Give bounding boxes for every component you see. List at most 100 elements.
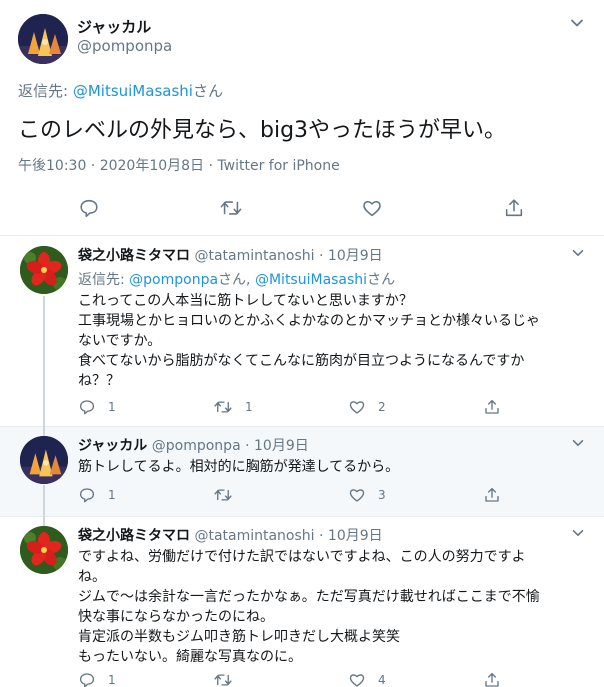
like-icon xyxy=(348,671,366,687)
user-handle[interactable]: @pomponpa xyxy=(77,37,172,55)
user-handle[interactable]: @pomponpa xyxy=(152,438,241,454)
display-name[interactable]: ジャッカル xyxy=(78,438,147,454)
share-icon xyxy=(483,398,501,416)
thread-line xyxy=(43,427,45,436)
user-handle[interactable]: @tatamintanoshi xyxy=(194,248,314,264)
text-line: これってこの人本当に筋トレしてないと思いますか？ xyxy=(78,293,413,309)
reply-count: 1 xyxy=(108,673,116,687)
reply-to-mid: さん, xyxy=(218,272,255,288)
tweet-text: 筋トレしてるよ。相対的に胸筋が発達してるから。 xyxy=(78,457,578,477)
chevron-down-icon[interactable] xyxy=(568,14,586,32)
display-name[interactable]: ジャッカル xyxy=(77,16,151,37)
like-count: 4 xyxy=(378,673,386,687)
share-icon xyxy=(483,671,501,687)
retweet-icon xyxy=(213,398,233,416)
like-count: 2 xyxy=(378,400,386,414)
text-line: 食べてないから脂肪がなくてこんなに筋肉が目立つようになるんですか xyxy=(78,353,525,369)
reply-icon xyxy=(78,398,96,416)
thread-line xyxy=(43,296,45,427)
like-icon xyxy=(348,486,366,504)
like-action[interactable]: 2 xyxy=(348,398,386,416)
reply-header: 袋之小路ミタマロ @tatamintanoshi · 10月9日 xyxy=(78,525,383,545)
text-line: ですよね、労働だけで付けた訳ではないですよね、この人の努力ですよ xyxy=(78,549,526,565)
reply-action[interactable]: 1 xyxy=(78,398,116,416)
chevron-down-icon[interactable] xyxy=(570,525,586,541)
reply-to-prefix: 返信先: xyxy=(18,82,73,100)
reply-count: 1 xyxy=(108,400,116,414)
chevron-down-icon[interactable] xyxy=(570,245,586,261)
avatar[interactable] xyxy=(20,246,68,294)
reply-count: 1 xyxy=(108,488,116,502)
reply-to-link[interactable]: @MitsuiMasashi xyxy=(255,272,367,288)
avatar[interactable] xyxy=(20,526,68,574)
retweet-icon[interactable] xyxy=(219,197,243,219)
text-line: ね。 xyxy=(78,569,106,585)
share-action[interactable] xyxy=(483,398,501,416)
chevron-down-icon[interactable] xyxy=(570,435,586,451)
tweet-thread: ジャッカル @pomponpa 返信先: @MitsuiMasashiさん この… xyxy=(0,0,604,687)
like-action[interactable]: 3 xyxy=(348,486,386,504)
display-name[interactable]: 袋之小路ミタマロ xyxy=(78,528,190,544)
like-icon[interactable] xyxy=(361,197,383,219)
thread-line xyxy=(43,485,45,517)
tweet-meta[interactable]: 午後10:30 · 2020年10月8日 · Twitter for iPhon… xyxy=(18,155,340,175)
reply-action[interactable]: 1 xyxy=(78,486,116,504)
text-line: 筋トレしてるよ。相対的に胸筋が発達してるから。 xyxy=(78,459,400,475)
reply-tweet[interactable]: 袋之小路ミタマロ @tatamintanoshi · 10月9日 返信先: @p… xyxy=(0,237,604,427)
display-name[interactable]: 袋之小路ミタマロ xyxy=(78,248,190,264)
retweet-icon xyxy=(213,671,233,687)
tweet-date[interactable]: 10月9日 xyxy=(254,438,309,454)
text-line: ないですか。 xyxy=(78,333,162,349)
dot-separator: · xyxy=(245,438,250,454)
reply-to-suffix: さん xyxy=(367,272,396,288)
like-icon xyxy=(348,398,366,416)
tweet-actions: 1 3 xyxy=(78,486,578,510)
reply-icon[interactable] xyxy=(78,197,100,219)
reply-to-link[interactable]: @MitsuiMasashi xyxy=(73,82,193,100)
user-handle[interactable]: @tatamintanoshi xyxy=(194,528,314,544)
tweet-actions: 1 1 2 xyxy=(78,398,578,422)
retweet-count: 1 xyxy=(245,400,253,414)
tweet-date[interactable]: 10月9日 xyxy=(328,248,383,264)
tweet-text: ですよね、労働だけで付けた訳ではないですよね、この人の努力ですよ ね。 ジムで〜… xyxy=(78,547,578,667)
reply-to-link[interactable]: @pomponpa xyxy=(129,272,218,288)
text-line: ジムで〜は余計な一言だったかなぁ。ただ写真だけ載せればここまで不愉 xyxy=(78,589,540,605)
avatar[interactable] xyxy=(18,14,68,64)
text-line: 肯定派の半数もジム叩き筋トレ叩きだし大概よ笑笑 xyxy=(78,629,400,645)
share-action[interactable] xyxy=(483,486,501,504)
retweet-action[interactable] xyxy=(213,671,245,687)
reply-header: ジャッカル @pomponpa · 10月9日 xyxy=(78,435,309,455)
reply-icon xyxy=(78,671,96,687)
reply-header: 袋之小路ミタマロ @tatamintanoshi · 10月9日 xyxy=(78,245,383,265)
tweet-date[interactable]: 10月9日 xyxy=(328,528,383,544)
share-action[interactable] xyxy=(483,671,501,687)
reply-to-line: 返信先: @MitsuiMasashiさん xyxy=(18,80,223,101)
share-icon[interactable] xyxy=(503,197,525,219)
retweet-icon xyxy=(213,486,233,504)
text-line: 工事現場とかヒョロいのとかふくよかなのとかマッチョとか様々いるじゃ xyxy=(78,313,540,329)
dot-separator: · xyxy=(319,248,324,264)
like-action[interactable]: 4 xyxy=(348,671,386,687)
dot-separator: · xyxy=(319,528,324,544)
reply-tweet[interactable]: 袋之小路ミタマロ @tatamintanoshi · 10月9日 ですよね、労働… xyxy=(0,517,604,687)
tweet-actions: 1 4 xyxy=(78,671,578,687)
reply-icon xyxy=(78,486,96,504)
reply-action[interactable]: 1 xyxy=(78,671,116,687)
tweet-actions xyxy=(0,197,604,227)
tweet-text: このレベルの外見なら、big3やったほうが早い。 xyxy=(18,118,507,143)
main-tweet: ジャッカル @pomponpa 返信先: @MitsuiMasashiさん この… xyxy=(0,0,604,236)
like-count: 3 xyxy=(378,488,386,502)
reply-to-line: 返信先: @pomponpaさん, @MitsuiMasashiさん xyxy=(78,269,395,289)
reply-tweet[interactable]: ジャッカル @pomponpa · 10月9日 筋トレしてるよ。相対的に胸筋が発… xyxy=(0,427,604,517)
thread-line xyxy=(43,517,45,526)
share-icon xyxy=(483,486,501,504)
text-line: 快な事にならなかったのにね。 xyxy=(78,609,274,625)
retweet-action[interactable]: 1 xyxy=(213,398,253,416)
text-line: もったいない。綺麗な写真なのに。 xyxy=(78,649,302,665)
text-line: ね？？ xyxy=(78,373,120,389)
reply-to-suffix: さん xyxy=(192,82,223,100)
retweet-action[interactable] xyxy=(213,486,245,504)
reply-to-prefix: 返信先: xyxy=(78,272,130,288)
avatar[interactable] xyxy=(20,436,68,484)
tweet-text: これってこの人本当に筋トレしてないと思いますか？ 工事現場とかヒョロいのとかふく… xyxy=(78,291,578,391)
